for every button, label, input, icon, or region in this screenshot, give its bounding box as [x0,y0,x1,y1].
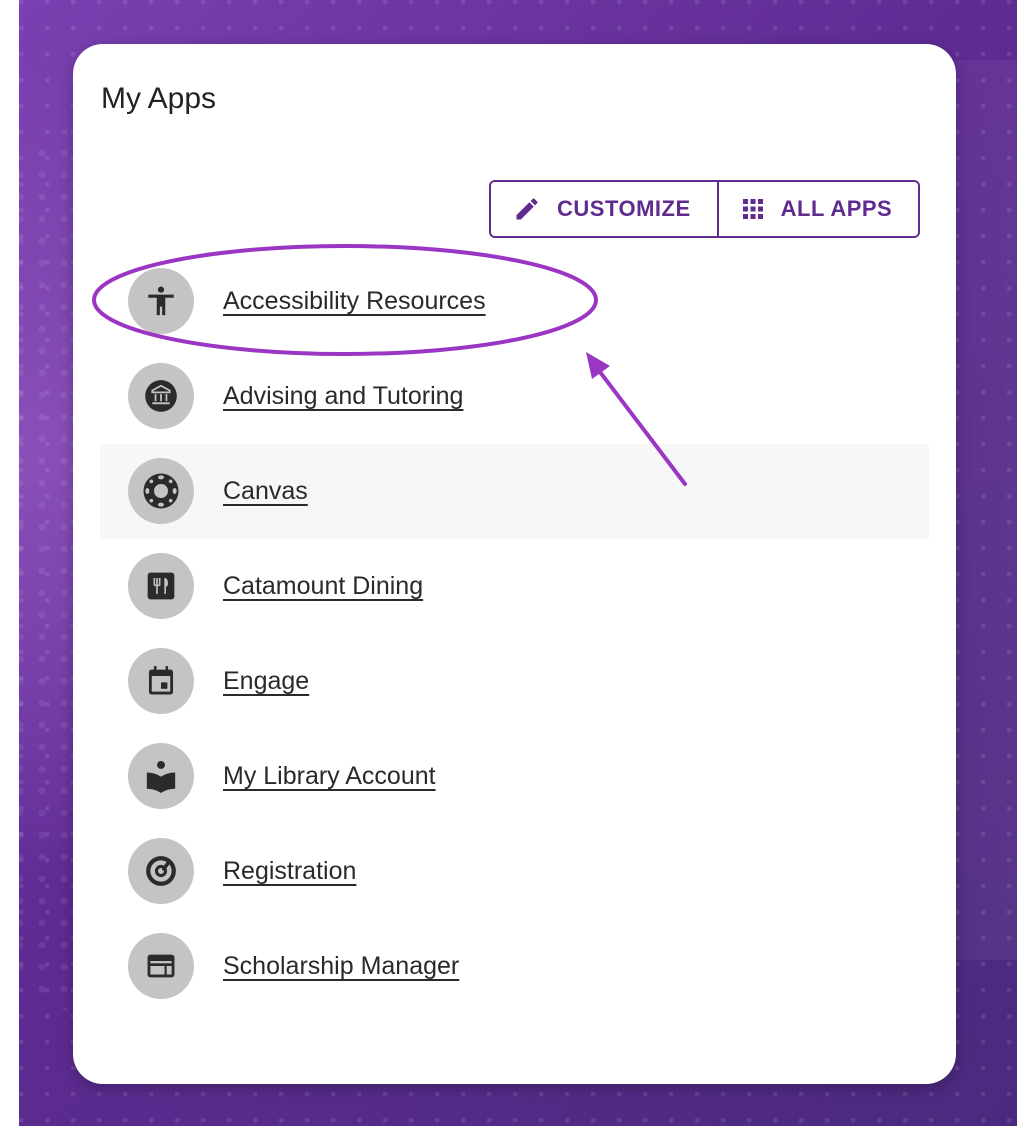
canvas-icon [128,458,194,524]
toolbar-button-group: CUSTOMIZE ALL APPS [489,180,921,238]
reader-icon [128,743,194,809]
pencil-icon [513,195,541,223]
institution-icon [128,363,194,429]
app-item-catamount-dining[interactable]: Catamount Dining [100,539,929,634]
my-apps-card: My Apps CUSTOMIZE ALL APPS Accessibility… [73,44,956,1084]
calendar-icon [128,648,194,714]
app-link[interactable]: Catamount Dining [223,572,423,601]
grid-icon [741,197,765,221]
app-item-advising-and-tutoring[interactable]: Advising and Tutoring [100,349,929,444]
app-item-accessibility-resources[interactable]: Accessibility Resources [100,254,929,349]
all-apps-button[interactable]: ALL APPS [716,182,919,236]
all-apps-label: ALL APPS [780,196,893,221]
dining-icon [128,553,194,619]
window-icon [128,933,194,999]
app-link[interactable]: Engage [223,667,309,696]
app-item-canvas[interactable]: Canvas [100,444,929,539]
page: My Apps CUSTOMIZE ALL APPS Accessibility… [0,0,1017,1126]
app-item-my-library-account[interactable]: My Library Account [100,729,929,824]
app-link[interactable]: Canvas [223,477,308,506]
app-item-scholarship-manager[interactable]: Scholarship Manager [100,919,929,1014]
accessibility-icon [128,268,194,334]
customize-label: CUSTOMIZE [557,196,691,221]
app-list: Accessibility Resources Advising and Tut… [100,254,929,1014]
app-link[interactable]: Registration [223,857,356,886]
app-link[interactable]: My Library Account [223,762,436,791]
app-link[interactable]: Advising and Tutoring [223,382,463,411]
app-item-engage[interactable]: Engage [100,634,929,729]
customize-button[interactable]: CUSTOMIZE [491,182,717,236]
app-link[interactable]: Accessibility Resources [223,287,486,316]
registration-icon [128,838,194,904]
app-item-registration[interactable]: Registration [100,824,929,919]
app-link[interactable]: Scholarship Manager [223,952,459,981]
card-title: My Apps [101,82,217,115]
